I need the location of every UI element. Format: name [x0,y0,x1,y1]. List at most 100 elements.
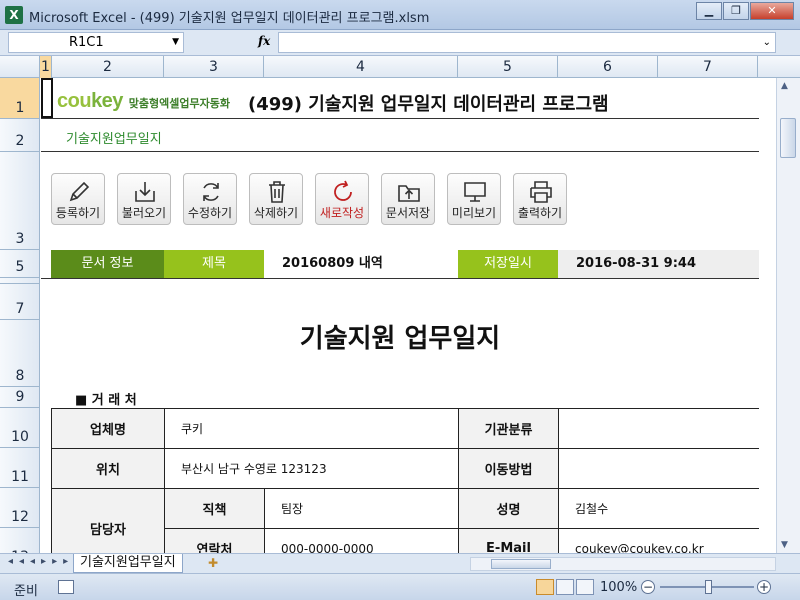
table-row: 업체명 쿠키 기관분류 [51,408,759,449]
divider [41,151,759,152]
table-row: 담당자 직책 팀장 성명 김철수 [51,488,759,553]
row-header[interactable]: 13 [0,528,39,553]
log-title: 기술지원 업무일지 [299,324,501,354]
select-all-corner[interactable] [0,56,40,78]
title-value[interactable]: 20160809 내역 [264,250,458,278]
sheet-tab-bar: ◂◂◂▸▸▸ 기술지원업무일지 ✚ [0,553,800,573]
saved-at-value[interactable]: 2016-08-31 9:44 [558,250,759,278]
phone-label: 연락처 [164,528,265,553]
zoom-in-icon[interactable]: + [757,580,771,594]
worksheet-area[interactable]: coukey 맞춤형엑셀업무자동화 (499) 기술지원 업무일지 데이터관리 … [41,78,759,553]
window-controls: ▁ ❐ ✕ [695,2,794,20]
restore-button[interactable]: ❐ [723,2,749,20]
load-button[interactable]: 불러오기 [117,173,171,225]
zoom-out-icon[interactable]: − [641,580,655,594]
column-header[interactable]: 2 [52,56,164,78]
new-icon [334,180,352,201]
row-header[interactable]: 11 [0,448,39,488]
status-ready-text: 준비 [14,584,38,599]
macro-record-icon[interactable] [58,580,74,594]
name-box[interactable]: R1C1 ▼ [8,32,184,53]
register-button[interactable]: 등록하기 [51,173,105,225]
logo-tagline: 맞춤형엑셀업무자동화 [128,97,230,110]
scroll-down-icon[interactable]: ▼ [781,540,788,550]
transport-label: 이동방법 [458,448,559,489]
position-label: 직책 [164,488,265,529]
normal-view-button[interactable] [536,579,554,595]
formula-tools: fx [186,32,276,53]
action-toolbar: 등록하기 불러오기 수정하기 삭제하기 새로작성 문서저장 미리보기 출력하기 [51,173,579,225]
program-title: (499) 기술지원 업무일지 데이터관리 프로그램 [248,94,609,115]
new-document-button[interactable]: 새로작성 [315,173,369,225]
print-button[interactable]: 출력하기 [513,173,567,225]
row-header[interactable]: 8 [0,320,39,387]
row-header[interactable]: 7 [0,284,39,320]
column-header[interactable]: 6 [558,56,658,78]
position-value[interactable]: 팀장 [264,488,459,529]
preview-button[interactable]: 미리보기 [447,173,501,225]
email-label: E-Mail [458,528,559,553]
horizontal-scroll-thumb[interactable] [491,559,551,569]
company-label: 업체명 [51,408,165,449]
transport-value[interactable] [558,448,759,489]
excel-app-icon[interactable]: X [5,6,23,24]
save-document-button[interactable]: 문서저장 [381,173,435,225]
page-break-view-button[interactable] [576,579,594,595]
name-box-value: R1C1 [69,35,104,50]
row-header[interactable]: 12 [0,488,39,528]
horizontal-scrollbar[interactable] [470,557,776,571]
insert-function-icon[interactable]: fx [258,34,270,48]
folder-upload-icon [398,185,420,202]
category-label: 기관분류 [458,408,559,449]
delete-button[interactable]: 삭제하기 [249,173,303,225]
divider [41,278,759,279]
column-header[interactable]: 1 [40,56,52,78]
zoom-slider-thumb[interactable] [705,580,712,594]
name-label: 성명 [458,488,559,529]
location-value[interactable]: 부산시 남구 수영로 123123 [164,448,459,489]
row-header[interactable]: 1 [0,78,39,119]
page-layout-view-button[interactable] [556,579,574,595]
column-header[interactable]: 7 [658,56,758,78]
trash-icon [269,181,285,203]
table-row: 위치 부산시 남구 수영로 123123 이동방법 [51,448,759,489]
insert-sheet-icon[interactable]: ✚ [208,556,218,570]
location-label: 위치 [51,448,165,489]
column-header[interactable]: 4 [264,56,458,78]
vertical-scroll-thumb[interactable] [780,118,796,158]
divider [41,118,759,119]
name-value[interactable]: 김철수 [558,488,759,529]
phone-value[interactable]: 000-0000-0000 [264,528,459,553]
title-bar: X Microsoft Excel - (499) 기술지원 업무일지 데이터관… [0,0,800,30]
view-switcher [536,579,596,595]
column-header[interactable]: 3 [164,56,264,78]
refresh-icon [203,183,219,201]
sheet-subtitle: 기술지원업무일지 [66,132,162,147]
pencil-icon [69,181,90,202]
row-header[interactable]: 10 [0,408,39,448]
minimize-button[interactable]: ▁ [696,2,722,20]
document-info-bar: 문서 정보 제목 20160809 내역 저장일시 2016-08-31 9:4… [51,250,759,278]
sheet-tab-active[interactable]: 기술지원업무일지 [73,554,183,573]
email-value[interactable]: coukey@coukey.co.kr [558,528,759,553]
client-table: 업체명 쿠키 기관분류 위치 부산시 남구 수영로 123123 이동방법 담당… [51,408,759,553]
row-header[interactable]: 2 [0,119,39,152]
zoom-level[interactable]: 100% [600,580,637,595]
edit-button[interactable]: 수정하기 [183,173,237,225]
row-header[interactable]: 5 [0,250,39,278]
company-value[interactable]: 쿠키 [164,408,459,449]
close-button[interactable]: ✕ [750,2,794,20]
row-header[interactable]: 9 [0,387,39,408]
status-bar: 준비 100% − + [0,573,800,600]
formula-input[interactable]: ⌄ [278,32,776,53]
expand-formula-bar-icon[interactable]: ⌄ [763,37,771,48]
vertical-scrollbar[interactable]: ▲ ▼ [776,78,800,553]
tab-navigation-icons[interactable]: ◂◂◂▸▸▸ [8,556,74,567]
monitor-icon [464,182,486,202]
row-header[interactable]: 3 [0,152,39,250]
scroll-up-icon[interactable]: ▲ [781,81,788,91]
category-value[interactable] [558,408,759,449]
column-header[interactable]: 5 [458,56,558,78]
column-headers: 1 2 3 4 5 6 7 [0,56,800,78]
name-box-dropdown-icon[interactable]: ▼ [172,33,179,52]
